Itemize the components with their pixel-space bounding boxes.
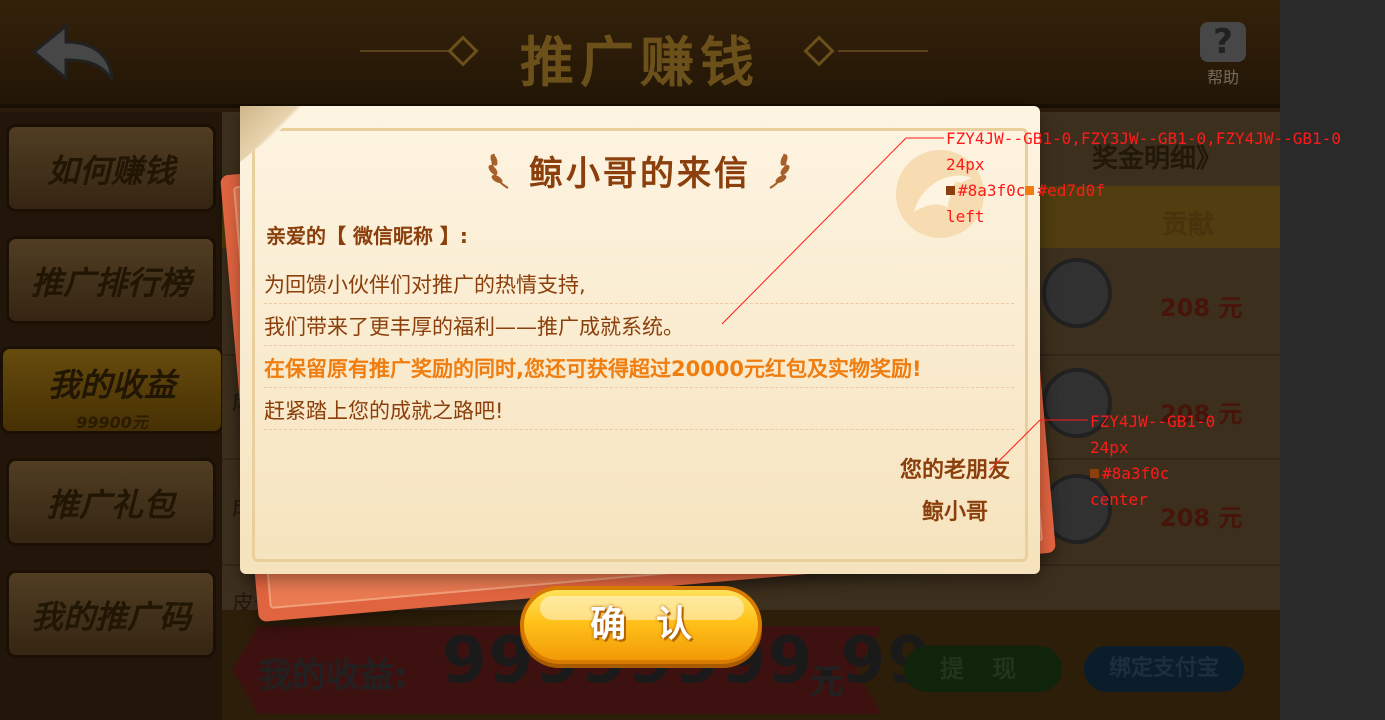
swatch-icon xyxy=(1090,469,1099,478)
annotation-color: #ed7d0f xyxy=(1037,181,1105,200)
annotation-body-text: FZY4JW--GB1-0,FZY3JW--GB1-0,FZY4JW--GB1-… xyxy=(946,126,1341,230)
annotation-color: #8a3f0c xyxy=(1102,464,1170,483)
letter-signoff: 您的老朋友 鲸小哥 xyxy=(880,450,1030,534)
letter-title: 鲸小哥的来信 xyxy=(529,154,751,194)
annotation-align: left xyxy=(946,207,985,226)
letter-line: 我们带来了更丰厚的福利——推广成就系统。 xyxy=(264,308,1014,346)
signoff-name: 鲸小哥 xyxy=(921,500,988,525)
annotation-size: 24px xyxy=(946,155,985,174)
laurel-right-icon xyxy=(769,153,790,189)
annotation-font: FZY4JW--GB1-0 xyxy=(1090,412,1216,431)
annotation-size: 24px xyxy=(1090,438,1129,457)
annotation-signoff-text: FZY4JW--GB1-0 24px #8a3f0c center xyxy=(1090,409,1215,513)
letter-line: 赶紧踏上您的成就之路吧! xyxy=(264,392,1014,430)
swatch-icon xyxy=(946,186,955,195)
swatch-icon xyxy=(1025,186,1035,195)
annotation-align: center xyxy=(1090,490,1148,509)
annotation-color: #8a3f0c xyxy=(958,181,1026,200)
letter-line-highlight: 在保留原有推广奖励的同时,您还可获得超过20000元红包及实物奖励! xyxy=(264,350,1014,388)
annotation-font: FZY4JW--GB1-0,FZY3JW--GB1-0,FZY4JW--GB1-… xyxy=(946,129,1341,148)
signoff-line: 您的老朋友 xyxy=(899,458,1010,483)
letter-greeting: 亲爱的【 微信昵称 】: xyxy=(266,224,468,248)
letter-line: 为回馈小伙伴们对推广的热情支持, xyxy=(264,266,1014,304)
confirm-label: 确认 xyxy=(589,604,722,645)
letter-dialog: 鲸小哥的来信 亲爱的【 微信昵称 】: 为回馈小伙伴们对推广的热情支持, 我们带… xyxy=(240,106,1040,574)
confirm-button[interactable]: 确认 xyxy=(520,586,762,664)
